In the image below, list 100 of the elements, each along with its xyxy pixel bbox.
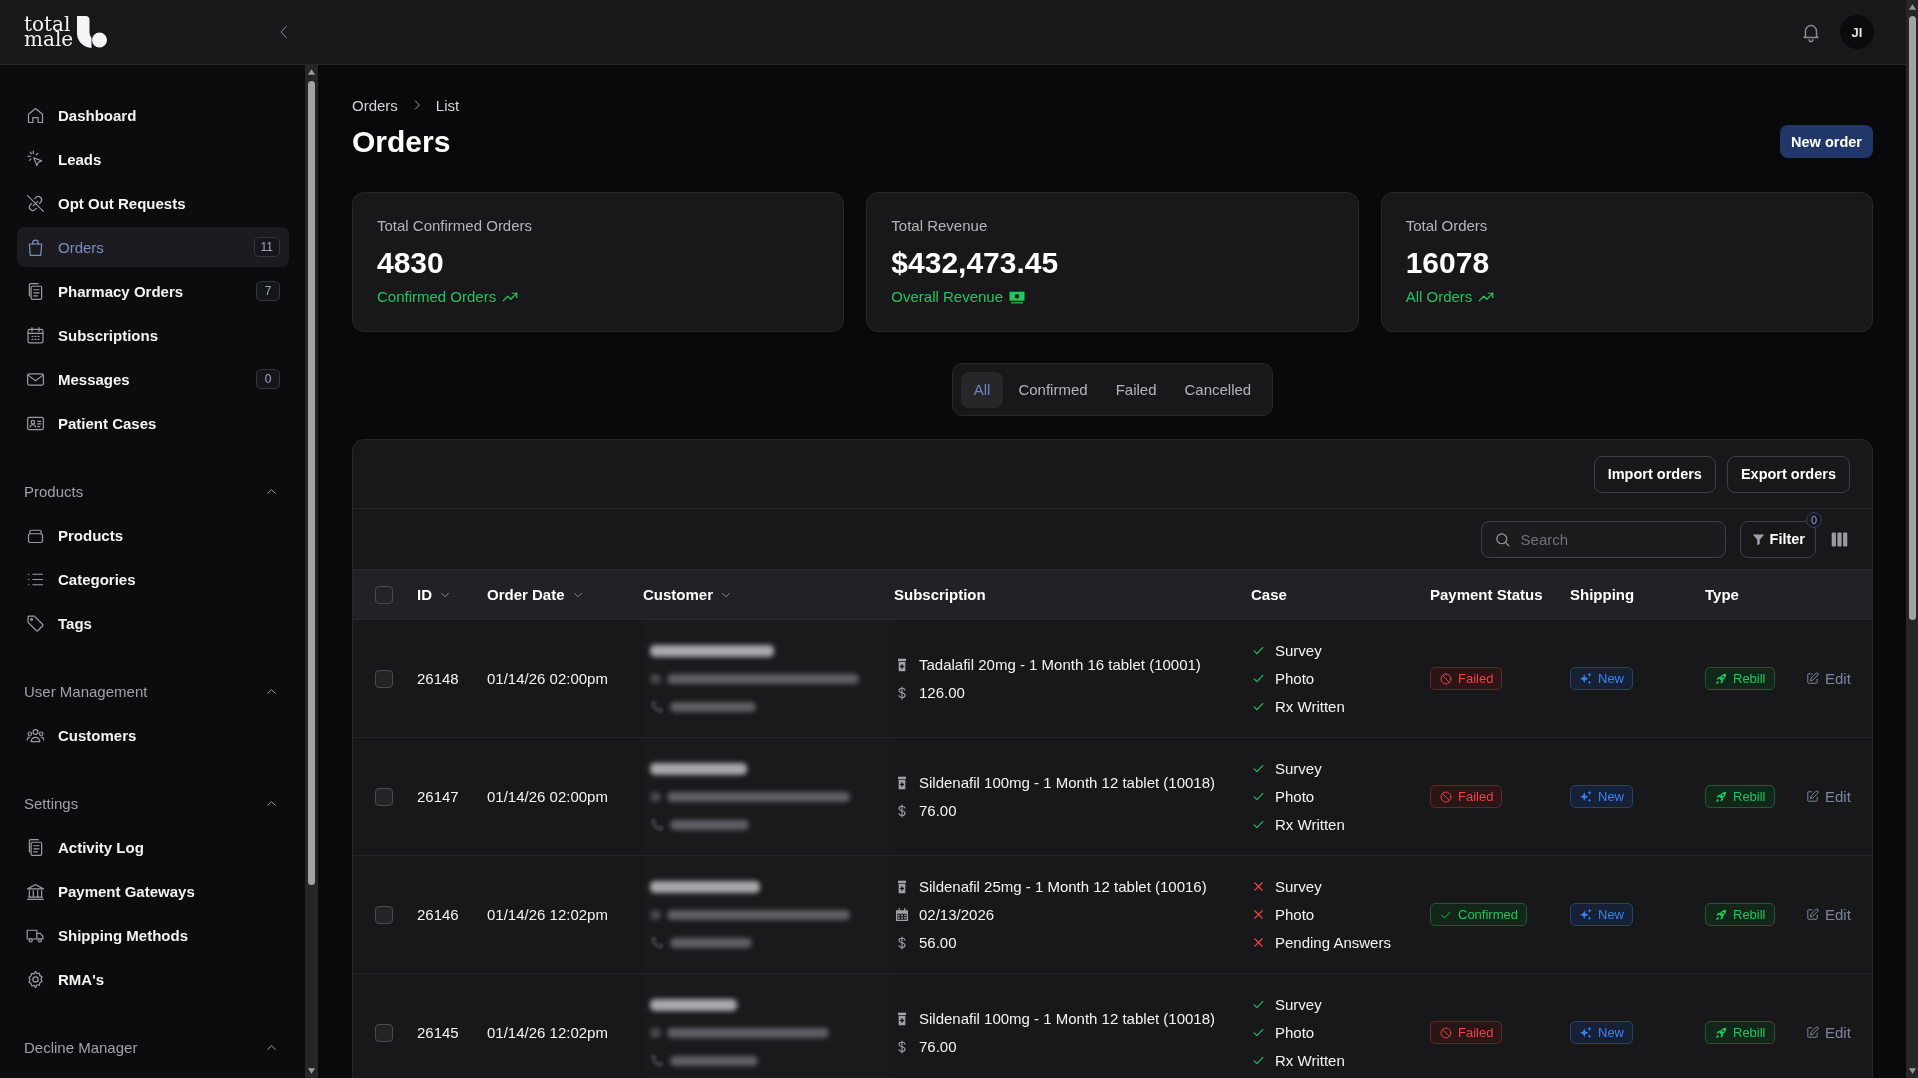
- row-checkbox[interactable]: [375, 1023, 393, 1042]
- ban-icon: [1439, 1025, 1453, 1040]
- shipping-label: New: [1598, 907, 1624, 922]
- toolbar-button[interactable]: Export orders: [1726, 455, 1850, 493]
- renewal-date: 02/13/2026: [919, 906, 995, 923]
- sidebar-item[interactable]: Products: [17, 515, 289, 555]
- filter-tab[interactable]: Cancelled: [1171, 371, 1265, 408]
- sparkles-icon: [1579, 1025, 1593, 1040]
- product-name: Sildenafil 25mg - 1 Month 12 tablet (10016): [919, 878, 1207, 895]
- scroll-up-arrow-icon[interactable]: [307, 68, 316, 76]
- order-date: 01/14/26 02:00pm: [487, 670, 608, 687]
- product-name: Sildenafil 100mg - 1 Month 12 tablet (10018): [919, 774, 1215, 791]
- blurred-phone-icon: [650, 1053, 664, 1068]
- sidebar-item[interactable]: Pharmacy Orders 7: [17, 271, 289, 311]
- product-name: Tadalafil 20mg - 1 Month 16 tablet (10001): [919, 656, 1201, 673]
- page-title: Orders: [352, 124, 452, 160]
- blurred-phone-icon: [650, 817, 664, 832]
- column-header: Payment Status: [1430, 586, 1543, 603]
- stat-value: 4830: [377, 245, 445, 281]
- column-header[interactable]: ID: [417, 586, 432, 603]
- pencil-square-icon: [1805, 907, 1820, 922]
- row-checkbox[interactable]: [375, 669, 393, 688]
- order-type-label: Rebill: [1733, 789, 1766, 804]
- sidebar-item[interactable]: Leads: [17, 139, 289, 179]
- order-price: 126.00: [919, 684, 965, 701]
- payment-status-label: Confirmed: [1458, 907, 1518, 922]
- rocket-icon: [1714, 789, 1728, 804]
- logo-mark-icon: [77, 16, 108, 48]
- order-price: 76.00: [919, 1038, 957, 1055]
- scroll-up-arrow-icon[interactable]: [1907, 3, 1917, 11]
- scrollbar-thumb[interactable]: [308, 81, 315, 885]
- order-id: 26145: [417, 1024, 459, 1041]
- sidebar-item[interactable]: Dashboard: [17, 95, 289, 135]
- blurred-envelope-icon: [650, 791, 661, 802]
- sparkles-icon: [1579, 671, 1593, 686]
- order-price: 76.00: [919, 802, 957, 819]
- sidebar-item[interactable]: Orders 11: [17, 227, 289, 267]
- section-heading: Decline Manager: [24, 1038, 138, 1056]
- sidebar-item[interactable]: Subscriptions: [17, 315, 289, 355]
- case-step: Rx Written: [1275, 1052, 1345, 1069]
- filter-tab[interactable]: All: [960, 371, 1004, 408]
- row-checkbox[interactable]: [375, 905, 393, 924]
- row-checkbox[interactable]: [375, 787, 393, 806]
- case-step: Rx Written: [1275, 698, 1345, 715]
- edit-button[interactable]: Edit: [1805, 788, 1851, 805]
- columns-icon[interactable]: [1830, 530, 1849, 548]
- user-avatar[interactable]: JI: [1840, 15, 1874, 49]
- filter-tab[interactable]: Failed: [1102, 371, 1170, 408]
- edit-button[interactable]: Edit: [1805, 670, 1851, 687]
- payment-status-label: Failed: [1458, 1025, 1494, 1040]
- link-off-icon: [25, 192, 46, 214]
- tag-icon: [25, 612, 46, 634]
- column-header: Type: [1705, 586, 1739, 603]
- scroll-down-arrow-icon[interactable]: [1907, 1067, 1917, 1075]
- breadcrumb-link[interactable]: Orders: [352, 96, 398, 114]
- order-id: 26147: [417, 788, 459, 805]
- filter-tab[interactable]: Confirmed: [1005, 371, 1101, 408]
- ban-icon: [1439, 789, 1453, 804]
- blurred-phone-icon: [650, 935, 664, 950]
- edit-button[interactable]: Edit: [1805, 906, 1851, 923]
- sidebar-item[interactable]: Shipping Methods: [17, 915, 289, 955]
- case-step: Photo: [1275, 1024, 1315, 1041]
- stat-link[interactable]: All Orders: [1405, 287, 1496, 307]
- sidebar-item[interactable]: Customers: [17, 715, 289, 755]
- column-header[interactable]: Order Date: [487, 586, 565, 603]
- blurred-phone-icon: [650, 699, 664, 714]
- select-all-checkbox[interactable]: [375, 585, 393, 604]
- search-icon: [1493, 530, 1511, 548]
- sidebar-item[interactable]: Activity Log: [17, 827, 289, 867]
- stat-label: Total Confirmed Orders: [377, 216, 534, 236]
- edit-button[interactable]: Edit: [1805, 1024, 1851, 1041]
- blurred-envelope-icon: [650, 673, 661, 684]
- sidebar-item[interactable]: Categories: [17, 559, 289, 599]
- column-header: Case: [1251, 586, 1287, 603]
- scrollbar-thumb[interactable]: [1908, 16, 1916, 620]
- case-step: Pending Answers: [1275, 934, 1391, 951]
- column-header[interactable]: Customer: [643, 586, 713, 603]
- sidebar-item[interactable]: Messages 0: [17, 359, 289, 399]
- sidebar-item[interactable]: Opt Out Requests: [17, 183, 289, 223]
- search-field[interactable]: Search: [1480, 520, 1726, 558]
- case-step: Survey: [1275, 996, 1322, 1013]
- scroll-down-arrow-icon[interactable]: [307, 1067, 316, 1075]
- column-header: Shipping: [1570, 586, 1635, 603]
- sidebar-scrollbar[interactable]: [305, 65, 318, 1078]
- stat-link[interactable]: Overall Revenue: [891, 287, 1027, 307]
- pencil-square-icon: [1805, 1025, 1820, 1040]
- page-scrollbar[interactable]: [1906, 0, 1918, 1078]
- new-order-button[interactable]: New order: [1780, 125, 1873, 158]
- blurred-envelope-icon: [650, 1027, 661, 1038]
- sidebar-item[interactable]: Tags: [17, 603, 289, 643]
- case-step: Photo: [1275, 906, 1315, 923]
- product-name: Sildenafil 100mg - 1 Month 12 tablet (10018): [919, 1010, 1215, 1027]
- stat-link[interactable]: Confirmed Orders: [377, 287, 520, 307]
- payment-status-label: Failed: [1458, 671, 1494, 686]
- toolbar-button[interactable]: Import orders: [1593, 455, 1716, 493]
- sidebar-item[interactable]: Payment Gateways: [17, 871, 289, 911]
- sidebar-item[interactable]: RMA's: [17, 959, 289, 999]
- order-date: 01/14/26 02:00pm: [487, 788, 608, 805]
- count-badge: 7: [256, 281, 280, 301]
- sidebar-item[interactable]: Patient Cases: [17, 403, 289, 443]
